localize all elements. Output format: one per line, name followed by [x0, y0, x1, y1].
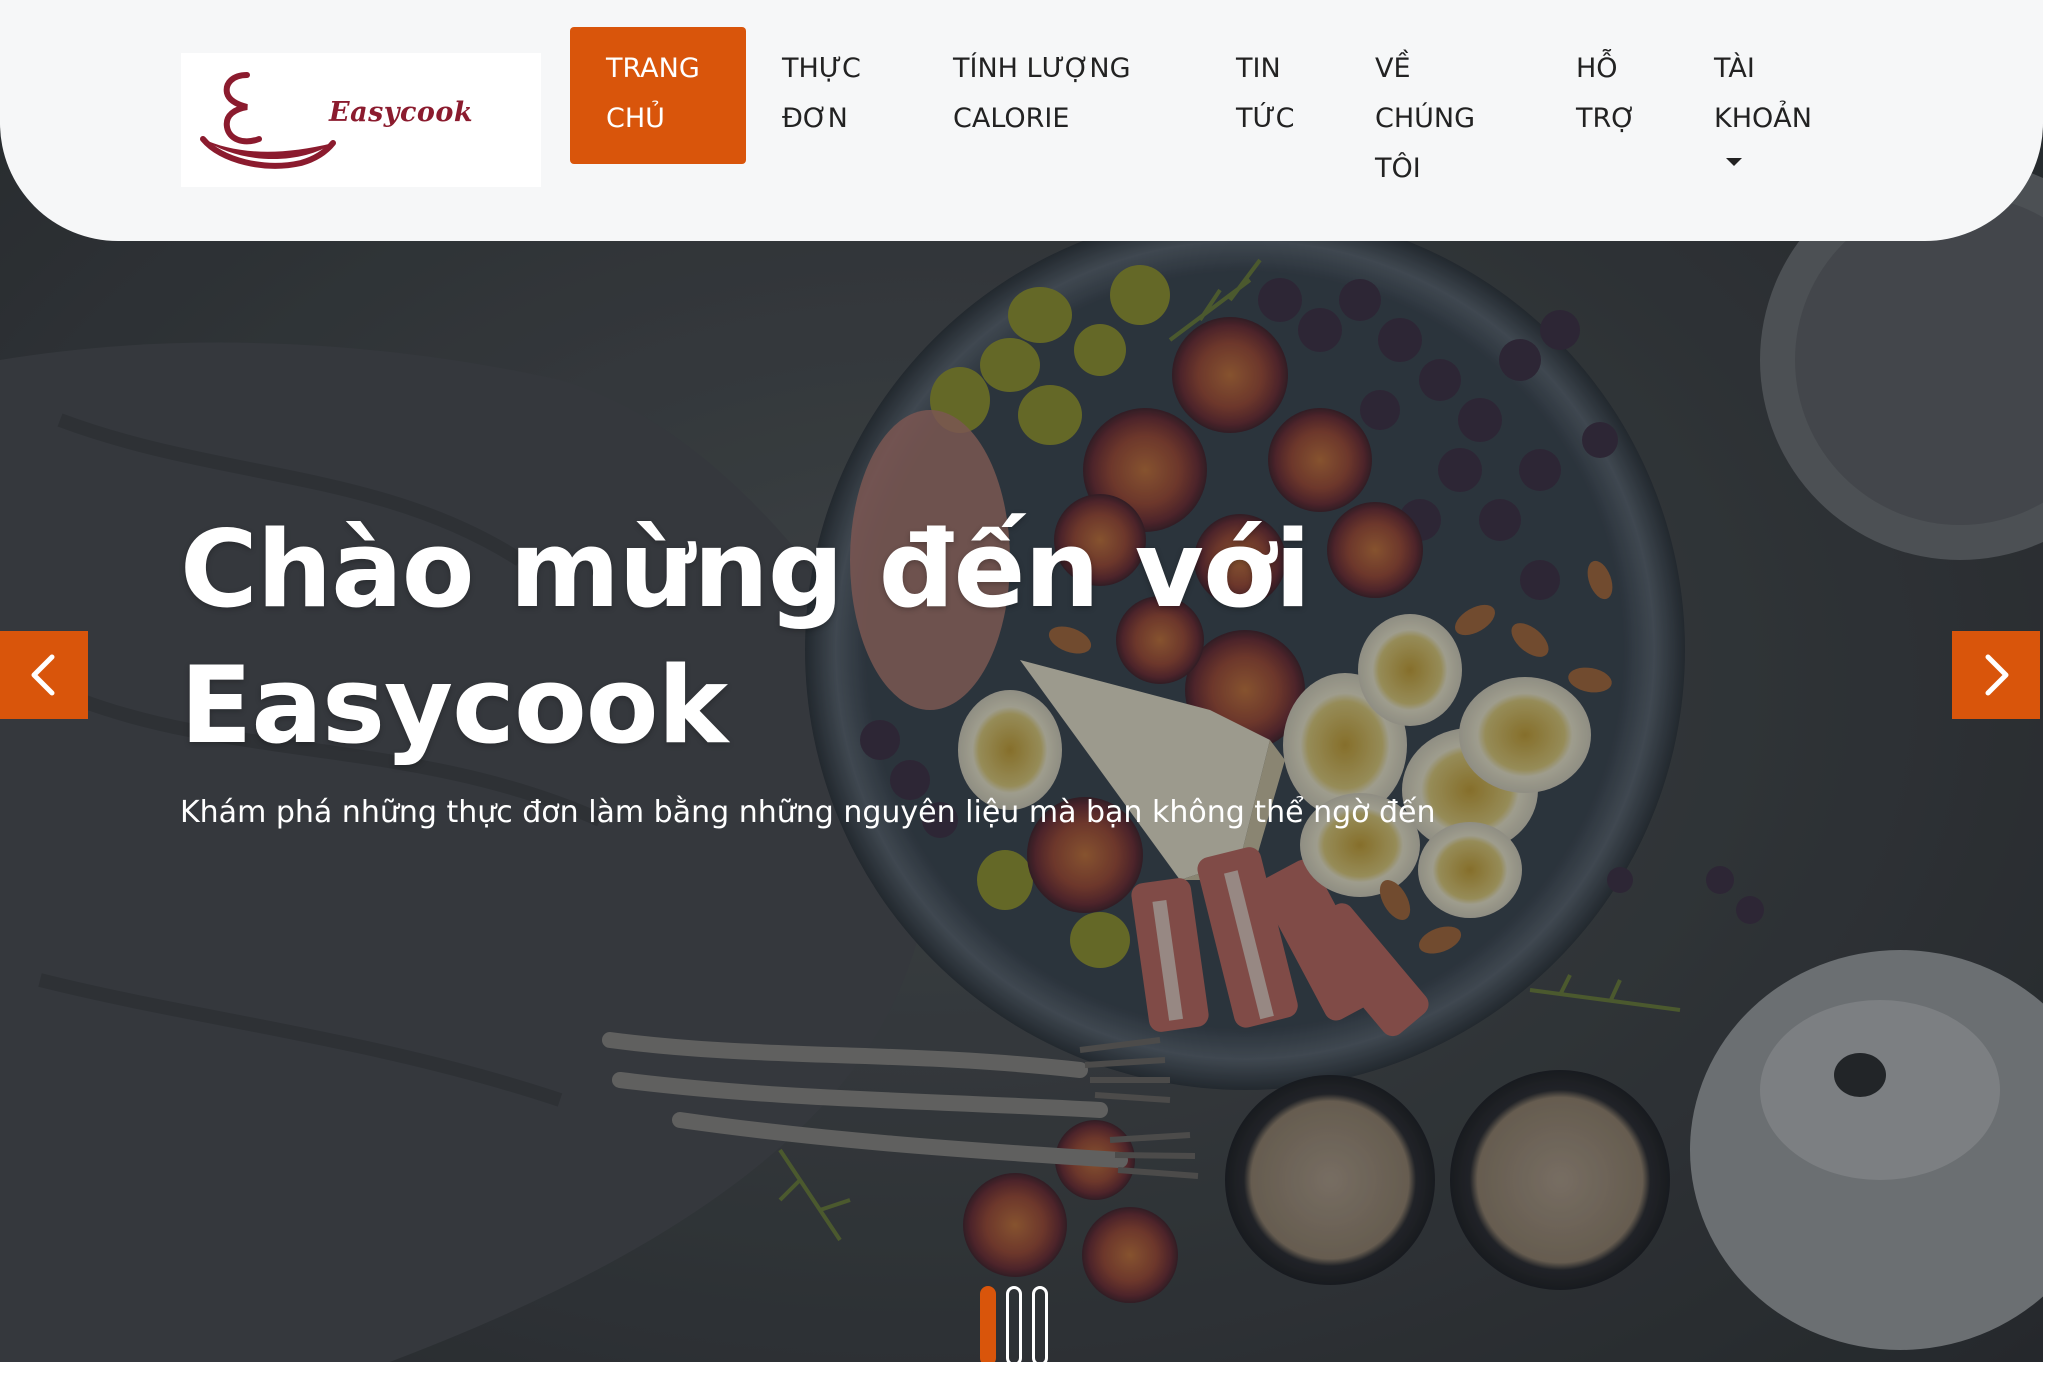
hero-title: Chào mừng đến với Easycook [180, 502, 1480, 774]
site-header: Easycook TRANG CHỦ THỰC ĐƠN TÍNH LƯỢNG C… [0, 0, 2043, 241]
nav-label: TÀI KHOẢN [1714, 53, 1812, 134]
nav-label: TÍNH LƯỢNG CALORIE [953, 53, 1131, 134]
nav-item-tai-khoan[interactable]: TÀI KHOẢN [1714, 44, 1844, 166]
nav-item-tinh-luong-calorie[interactable]: TÍNH LƯỢNG CALORIE [953, 44, 1173, 144]
nav-item-ve-chung-toi[interactable]: VỀ CHÚNG TÔI [1375, 44, 1505, 194]
nav-label: THỰC ĐƠN [782, 53, 861, 134]
nav-item-tin-tuc[interactable]: TIN TỨC [1236, 44, 1316, 144]
chevron-right-icon [1985, 654, 2009, 696]
carousel-indicator-3[interactable] [1032, 1286, 1048, 1366]
nav-label: VỀ CHÚNG TÔI [1375, 53, 1476, 184]
nav-label: TRANG CHỦ [606, 53, 700, 134]
carousel-indicator-2[interactable] [1006, 1286, 1022, 1366]
caret-down-icon [1726, 158, 1742, 166]
carousel-next-button[interactable] [1952, 631, 2040, 719]
carousel-indicator-1[interactable] [980, 1286, 996, 1366]
chevron-left-icon [31, 654, 55, 696]
hero-title-line-2: Easycook [180, 644, 728, 767]
page-bottom-edge [0, 1362, 2043, 1373]
hero-title-line-1: Chào mừng đến với [180, 508, 1311, 631]
nav-item-ho-tro[interactable]: HỖ TRỢ [1576, 44, 1646, 144]
page: Chào mừng đến với Easycook Khám phá nhữn… [0, 0, 2048, 1373]
nav-label: HỖ TRỢ [1576, 53, 1636, 134]
nav-label: TIN TỨC [1236, 53, 1295, 134]
hero-subtitle: Khám phá những thực đơn làm bằng những n… [180, 795, 1436, 830]
nav-item-trang-chu[interactable]: TRANG CHỦ [570, 27, 746, 164]
carousel-prev-button[interactable] [0, 631, 88, 719]
logo[interactable]: Easycook [181, 53, 541, 187]
nav-item-thuc-don[interactable]: THỰC ĐƠN [782, 44, 902, 144]
logo-text: Easycook [329, 97, 474, 128]
